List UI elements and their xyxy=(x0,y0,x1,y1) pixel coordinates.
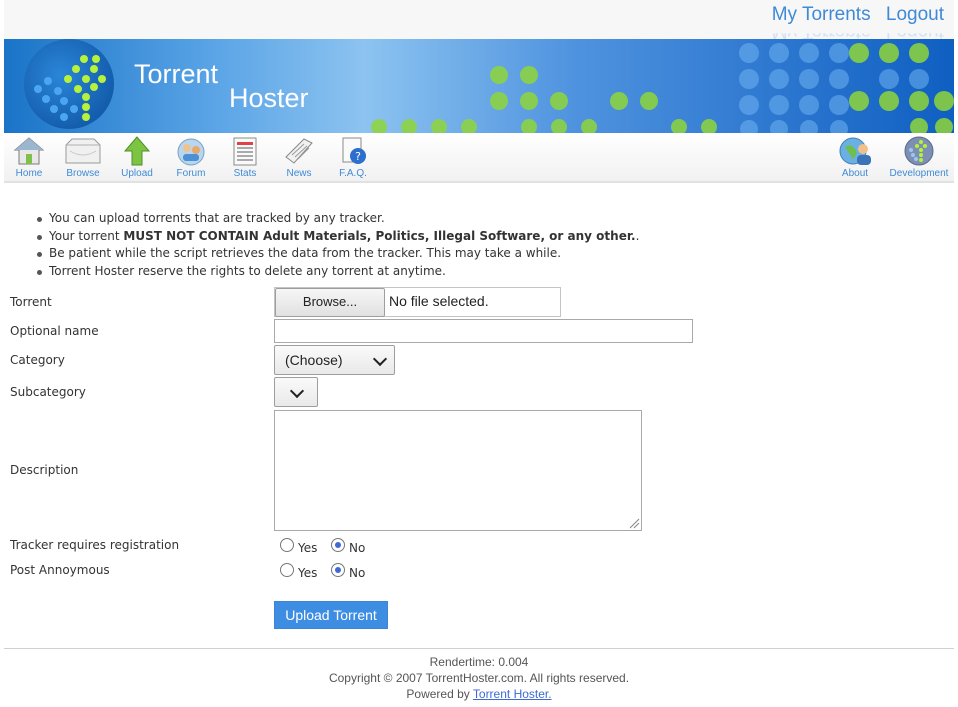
post-anonymous-no-radio[interactable] xyxy=(331,563,345,577)
copyright-text: Copyright © 2007 TorrentHoster.com. All … xyxy=(328,671,630,685)
nav-forum-label: Forum xyxy=(176,168,206,179)
torrent-hoster-link[interactable]: Torrent Hoster. xyxy=(473,687,552,701)
nav-news-label: News xyxy=(286,168,312,179)
description-label: Description xyxy=(10,463,79,477)
rule-item: You can upload torrents that are tracked… xyxy=(37,210,949,228)
nav-upload[interactable]: Upload xyxy=(110,135,164,179)
upload-torrent-button[interactable]: Upload Torrent xyxy=(274,601,388,629)
rule-text: Be patient while the script retrieves th… xyxy=(49,246,562,261)
footer-divider xyxy=(4,648,954,649)
logout-label: Logout xyxy=(885,4,944,25)
nav-stats-label: Stats xyxy=(233,168,257,179)
nav-news[interactable]: News xyxy=(272,135,326,179)
forum-icon xyxy=(177,138,205,166)
browse-button[interactable]: Browse... xyxy=(275,288,385,317)
nav-home[interactable]: Home xyxy=(2,135,56,179)
logout-link[interactable]: Logout Logout xyxy=(886,4,944,26)
optional-name-input[interactable] xyxy=(274,319,693,343)
rendertime-text: Rendertime: 0.004 xyxy=(429,655,529,669)
upload-icon xyxy=(123,136,151,166)
my-torrents-label: My Torrents xyxy=(771,4,871,25)
nav-about[interactable]: About xyxy=(828,135,882,179)
banner-dot-pattern xyxy=(371,43,954,133)
subcategory-select[interactable] xyxy=(274,377,318,407)
nav-browse-label: Browse xyxy=(66,168,100,179)
nav-forum[interactable]: Forum xyxy=(164,135,218,179)
chevron-down-icon xyxy=(289,383,305,399)
nav-development[interactable]: Development xyxy=(884,135,954,179)
powered-by: Powered by Torrent Hoster. xyxy=(4,687,954,701)
tracker-registration-no-radio[interactable] xyxy=(331,538,345,552)
browse-icon xyxy=(65,138,101,164)
rule-text: You can upload torrents that are tracked… xyxy=(49,211,385,225)
nav-home-label: Home xyxy=(15,168,43,179)
rule-item: Be patient while the script retrieves th… xyxy=(37,245,949,263)
rule-item: Torrent Hoster reserve the rights to del… xyxy=(37,263,949,281)
nav-faq-label: F.A.Q. xyxy=(339,168,367,179)
nav-development-label: Development xyxy=(889,168,949,179)
tracker-registration-no-label: No xyxy=(349,541,366,555)
faq-icon: ? xyxy=(342,137,366,164)
stats-icon xyxy=(233,137,257,166)
upload-rules-list: You can upload torrents that are tracked… xyxy=(10,210,949,281)
resize-grip-icon[interactable] xyxy=(628,517,640,529)
category-selected-value: (Choose) xyxy=(285,352,343,368)
site-banner: Torrent Hoster xyxy=(4,39,954,133)
rule-text-bold: MUST NOT CONTAIN Adult Materials, Politi… xyxy=(123,228,636,243)
nav-faq[interactable]: ? F.A.Q. xyxy=(326,135,380,179)
optional-name-label: Optional name xyxy=(10,324,99,338)
tracker-registration-yes-label: Yes xyxy=(298,541,318,555)
tracker-registration-yes-radio[interactable] xyxy=(280,538,294,552)
description-textarea[interactable] xyxy=(274,410,642,531)
rule-item: Your torrent MUST NOT CONTAIN Adult Mate… xyxy=(37,228,949,246)
home-icon xyxy=(13,137,45,165)
nav-upload-label: Upload xyxy=(121,168,153,179)
svg-text:?: ? xyxy=(355,150,361,163)
nav-about-label: About xyxy=(841,168,869,179)
my-torrents-link[interactable]: My Torrents My Torrents xyxy=(772,4,871,26)
powered-by-prefix: Powered by xyxy=(406,687,473,701)
main-nav: Home Browse Upload Forum Stats News ? F.… xyxy=(4,133,954,183)
post-anonymous-label: Post Annoymous xyxy=(10,563,110,577)
file-status-text: No file selected. xyxy=(389,293,489,309)
post-anonymous-yes-label: Yes xyxy=(298,566,318,580)
about-icon xyxy=(839,137,871,165)
rule-text-prefix: Your torrent xyxy=(49,228,124,243)
nav-stats[interactable]: Stats xyxy=(218,135,272,179)
subcategory-label: Subcategory xyxy=(10,385,86,399)
post-anonymous-yes-radio[interactable] xyxy=(280,563,294,577)
top-links: My Torrents My Torrents Logout Logout xyxy=(762,4,944,26)
torrent-label: Torrent xyxy=(10,295,52,309)
tracker-registration-label: Tracker requires registration xyxy=(10,538,180,552)
top-bar: My Torrents My Torrents Logout Logout xyxy=(4,0,954,39)
category-select[interactable]: (Choose) xyxy=(274,345,395,375)
torrent-file-input[interactable]: Browse... No file selected. xyxy=(274,287,561,317)
development-icon xyxy=(904,136,934,166)
rule-text-suffix: . xyxy=(635,228,640,243)
post-anonymous-no-label: No xyxy=(349,566,366,580)
rule-text: Torrent Hoster reserve the rights to del… xyxy=(49,264,446,279)
category-label: Category xyxy=(10,353,65,367)
news-icon xyxy=(285,138,313,164)
chevron-down-icon xyxy=(372,351,388,367)
nav-browse[interactable]: Browse xyxy=(56,135,110,179)
